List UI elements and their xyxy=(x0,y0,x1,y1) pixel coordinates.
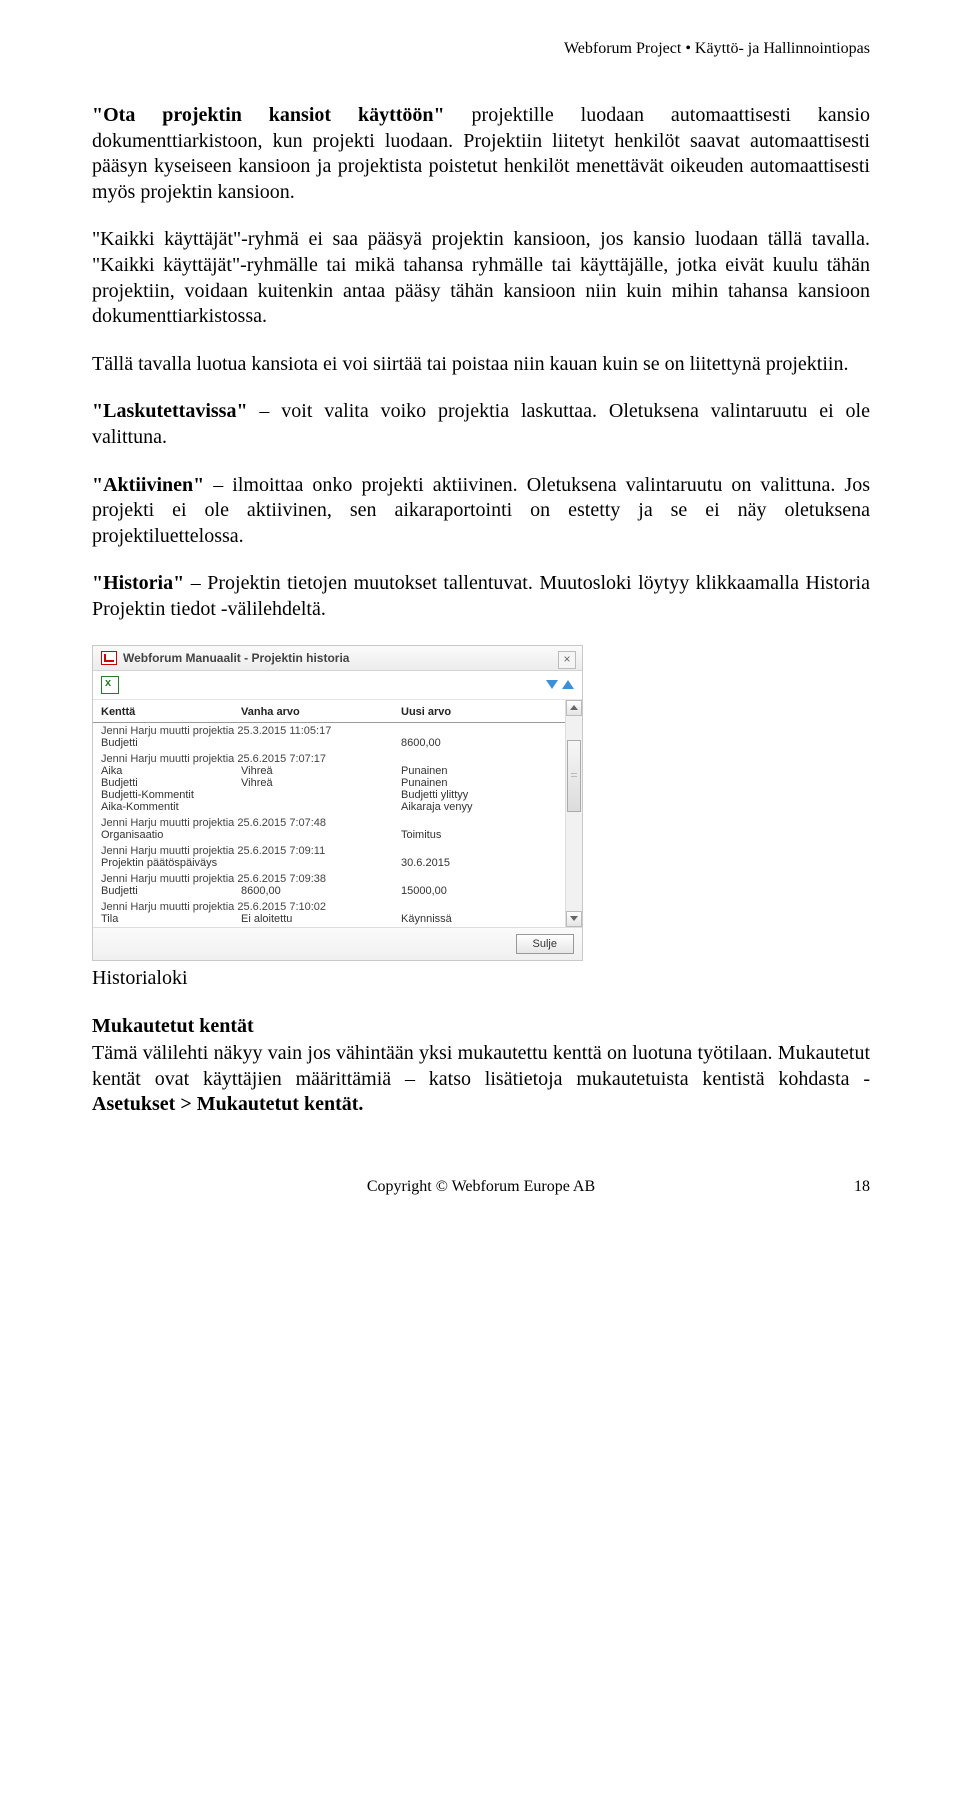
entry-field: Budjetti-Kommentit xyxy=(101,789,241,801)
history-entry: Jenni Harju muutti projektia 25.3.2015 1… xyxy=(93,723,582,751)
entry-old: Ei aloitettu xyxy=(241,913,401,925)
paragraph-5: "Aktiivinen" – ilmoittaa onko projekti a… xyxy=(92,473,870,550)
dialog-body: Kenttä Vanha arvo Uusi arvo Jenni Harju … xyxy=(93,700,582,927)
entry-new: 30.6.2015 xyxy=(401,857,574,869)
history-entries: Jenni Harju muutti projektia 25.3.2015 1… xyxy=(93,723,582,927)
paragraph-3: Tällä tavalla luotua kansiota ei voi sii… xyxy=(92,352,870,378)
entry-new: Aikaraja venyy xyxy=(401,801,574,813)
entry-row: Budjetti 8600,00 xyxy=(101,737,574,749)
paragraph-8: Tämä välilehti näkyy vain jos vähintään … xyxy=(92,1041,870,1118)
entry-new: Budjetti ylittyy xyxy=(401,789,574,801)
term-historia: "Historia" xyxy=(92,572,184,594)
scroll-down-button[interactable] xyxy=(566,911,582,927)
close-button[interactable]: Sulje xyxy=(516,934,574,954)
col-vanha-arvo: Vanha arvo xyxy=(241,706,401,718)
entry-field: Tila xyxy=(101,913,241,925)
paragraph-5-rest: – ilmoittaa onko projekti aktiivinen. Ol… xyxy=(92,474,870,547)
entry-old: Vihreä xyxy=(241,777,401,789)
history-entry: Jenni Harju muutti projektia 25.6.2015 7… xyxy=(93,843,582,871)
term-laskutettavissa: "Laskutettavissa" xyxy=(92,400,248,422)
entry-row: Budjetti8600,0015000,00 xyxy=(101,885,574,897)
entry-meta: Jenni Harju muutti projektia 25.6.2015 7… xyxy=(101,753,574,765)
term-ota-kansiot: "Ota projektin kansiot käyttöön" xyxy=(92,104,445,126)
entry-new: Toimitus xyxy=(401,829,574,841)
entry-meta: Jenni Harju muutti projektia 25.6.2015 7… xyxy=(101,901,574,913)
paragraph-2: "Kaikki käyttäjät"-ryhmä ei saa pääsyä p… xyxy=(92,227,870,329)
arrow-up-icon[interactable] xyxy=(562,680,574,689)
dialog-toolbar xyxy=(93,671,582,700)
scroll-thumb[interactable] xyxy=(567,740,581,812)
webforum-logo-icon xyxy=(101,651,117,665)
path-asetukset: Asetukset > Mukautetut kentät. xyxy=(92,1093,363,1115)
entry-row: Projektin päätöspäiväys 30.6.2015 xyxy=(101,857,574,869)
entry-field: Budjetti xyxy=(101,737,241,749)
entry-old xyxy=(241,789,401,801)
history-entry: Jenni Harju muutti projektia 25.6.2015 7… xyxy=(93,899,582,927)
entry-new: Punainen xyxy=(401,765,574,777)
entry-row: BudjettiVihreäPunainen xyxy=(101,777,574,789)
scroll-track[interactable] xyxy=(566,716,582,911)
entry-row: TilaEi aloitettuKäynnissä xyxy=(101,913,574,925)
entry-new: 15000,00 xyxy=(401,885,574,897)
entry-new: Punainen xyxy=(401,777,574,789)
entry-field: Aika-Kommentit xyxy=(101,801,241,813)
entry-row: Budjetti-Kommentit Budjetti ylittyy xyxy=(101,789,574,801)
scroll-up-button[interactable] xyxy=(566,700,582,716)
footer-page-number: 18 xyxy=(854,1178,870,1196)
term-aktiivinen: "Aktiivinen" xyxy=(92,474,204,496)
page-footer: Copyright © Webforum Europe AB 18 xyxy=(92,1178,870,1196)
entry-old xyxy=(241,829,401,841)
paragraph-8a: Tämä välilehti näkyy vain jos vähintään … xyxy=(92,1042,870,1090)
history-dialog: Webforum Manuaalit - Projektin historia … xyxy=(92,645,583,961)
entry-meta: Jenni Harju muutti projektia 25.6.2015 7… xyxy=(101,845,574,857)
history-entry: Jenni Harju muutti projektia 25.6.2015 7… xyxy=(93,751,582,815)
dialog-footer: Sulje xyxy=(93,927,582,960)
entry-row: Aika-Kommentit Aikaraja venyy xyxy=(101,801,574,813)
history-entry: Jenni Harju muutti projektia 25.6.2015 7… xyxy=(93,871,582,899)
figure-caption: Historialoki xyxy=(92,967,870,990)
entry-meta: Jenni Harju muutti projektia 25.3.2015 1… xyxy=(101,725,574,737)
entry-field: Aika xyxy=(101,765,241,777)
entry-old: 8600,00 xyxy=(241,885,401,897)
sort-arrows xyxy=(546,680,574,689)
entry-field: Budjetti xyxy=(101,885,241,897)
dialog-titlebar: Webforum Manuaalit - Projektin historia … xyxy=(93,646,582,671)
col-uusi-arvo: Uusi arvo xyxy=(401,706,574,718)
dialog-close-icon[interactable]: × xyxy=(558,651,576,669)
arrow-down-icon[interactable] xyxy=(546,680,558,689)
paragraph-4: "Laskutettavissa" – voit valita voiko pr… xyxy=(92,399,870,450)
paragraph-6: "Historia" – Projektin tietojen muutokse… xyxy=(92,571,870,622)
history-entry: Jenni Harju muutti projektia 25.6.2015 7… xyxy=(93,815,582,843)
excel-export-icon[interactable] xyxy=(101,676,119,694)
term-mukautetut-kentat: Mukautetut kentät xyxy=(92,1015,254,1037)
entry-old xyxy=(241,737,401,749)
entry-new: 8600,00 xyxy=(401,737,574,749)
entry-old xyxy=(241,857,401,869)
footer-copyright: Copyright © Webforum Europe AB xyxy=(367,1178,595,1195)
entry-old: Vihreä xyxy=(241,765,401,777)
entry-field: Projektin päätöspäiväys xyxy=(101,857,241,869)
entry-field: Organisaatio xyxy=(101,829,241,841)
entry-row: AikaVihreäPunainen xyxy=(101,765,574,777)
dialog-title-text: Webforum Manuaalit - Projektin historia xyxy=(123,651,349,665)
page-header: Webforum Project • Käyttö- ja Hallinnoin… xyxy=(92,40,870,58)
entry-field: Budjetti xyxy=(101,777,241,789)
paragraph-1: "Ota projektin kansiot käyttöön" projekt… xyxy=(92,103,870,205)
entry-old xyxy=(241,801,401,813)
col-kentta: Kenttä xyxy=(101,706,241,718)
entry-meta: Jenni Harju muutti projektia 25.6.2015 7… xyxy=(101,817,574,829)
heading-mukautetut-kentat: Mukautetut kentät xyxy=(92,1014,870,1040)
entry-row: Organisaatio Toimitus xyxy=(101,829,574,841)
table-header: Kenttä Vanha arvo Uusi arvo xyxy=(93,700,582,723)
paragraph-6-rest: – Projektin tietojen muutokset tallentuv… xyxy=(92,572,870,620)
dialog-scrollbar[interactable] xyxy=(565,700,582,927)
entry-new: Käynnissä xyxy=(401,913,574,925)
entry-meta: Jenni Harju muutti projektia 25.6.2015 7… xyxy=(101,873,574,885)
